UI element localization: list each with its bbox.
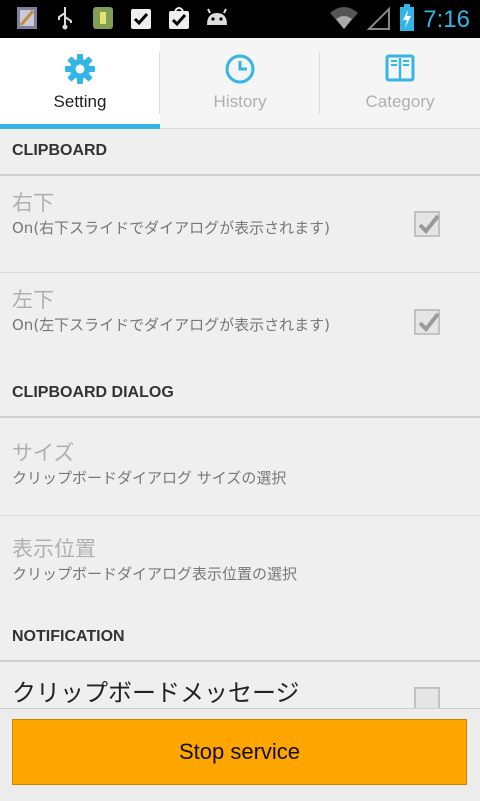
tab-history[interactable]: History [160, 38, 320, 128]
clock-icon [223, 52, 257, 86]
setting-summary: クリップボードダイアログ サイズの選択 [12, 469, 287, 487]
clock-time: 7:16 [423, 6, 470, 33]
book-icon [383, 52, 417, 86]
tab-label: Setting [53, 92, 107, 111]
tab-setting[interactable]: Setting [0, 38, 160, 129]
setting-summary: クリップボードダイアログ表示位置の選択 [12, 565, 298, 583]
setting-bottom-left[interactable]: 左下 On(左下スライドでダイアログが表示されます) [0, 273, 480, 370]
bottom-bar: Stop service [0, 708, 480, 801]
setting-clipboard-message[interactable]: クリップボードメッセージ [0, 662, 480, 708]
wifi-icon [329, 5, 359, 35]
check-icon [418, 214, 440, 234]
tab-bar: Setting History Category [0, 38, 480, 129]
tab-category[interactable]: Category [320, 38, 480, 128]
stop-service-button[interactable]: Stop service [12, 719, 467, 785]
settings-list[interactable]: CLIPBOARD 右下 On(右下スライドでダイアログが表示されます) 左下 … [0, 128, 480, 708]
bag-check-icon [166, 5, 192, 31]
signal-icon [366, 5, 391, 35]
setting-bottom-right[interactable]: 右下 On(右下スライドでダイアログが表示されます) [0, 176, 480, 273]
section-header-clipboard: CLIPBOARD [0, 128, 480, 176]
battery-charging-icon [399, 4, 415, 36]
section-header-notification: NOTIFICATION [0, 614, 480, 662]
status-bar: 7:16 [0, 0, 480, 38]
setting-title: サイズ [12, 441, 75, 465]
system-icons: 7:16 [329, 4, 470, 36]
bottom-right-checkbox[interactable] [414, 211, 440, 237]
android-icon [204, 5, 230, 31]
tab-label: Category [365, 92, 435, 111]
gear-icon [63, 52, 97, 86]
setting-summary: On(右下スライドでダイアログが表示されます) [12, 219, 331, 237]
setting-title: 右下 [12, 191, 54, 215]
usb-icon [52, 5, 78, 31]
section-header-clipboard-dialog: CLIPBOARD DIALOG [0, 370, 480, 418]
setting-summary: On(左下スライドでダイアログが表示されます) [12, 316, 331, 334]
bottom-left-checkbox[interactable] [414, 308, 440, 335]
setting-position[interactable]: 表示位置 クリップボードダイアログ表示位置の選択 [0, 516, 480, 614]
app-icon [90, 5, 116, 31]
setting-size[interactable]: サイズ クリップボードダイアログ サイズの選択 [0, 418, 480, 516]
notes-icon [14, 5, 40, 31]
notification-icons [14, 5, 230, 31]
setting-title: 左下 [12, 288, 54, 312]
task-check-icon [128, 5, 154, 31]
tab-label: History [213, 92, 267, 111]
check-icon [418, 312, 440, 332]
setting-title: 表示位置 [12, 537, 96, 561]
clipboard-message-checkbox[interactable] [414, 687, 440, 708]
setting-title: クリップボードメッセージ [12, 679, 300, 707]
